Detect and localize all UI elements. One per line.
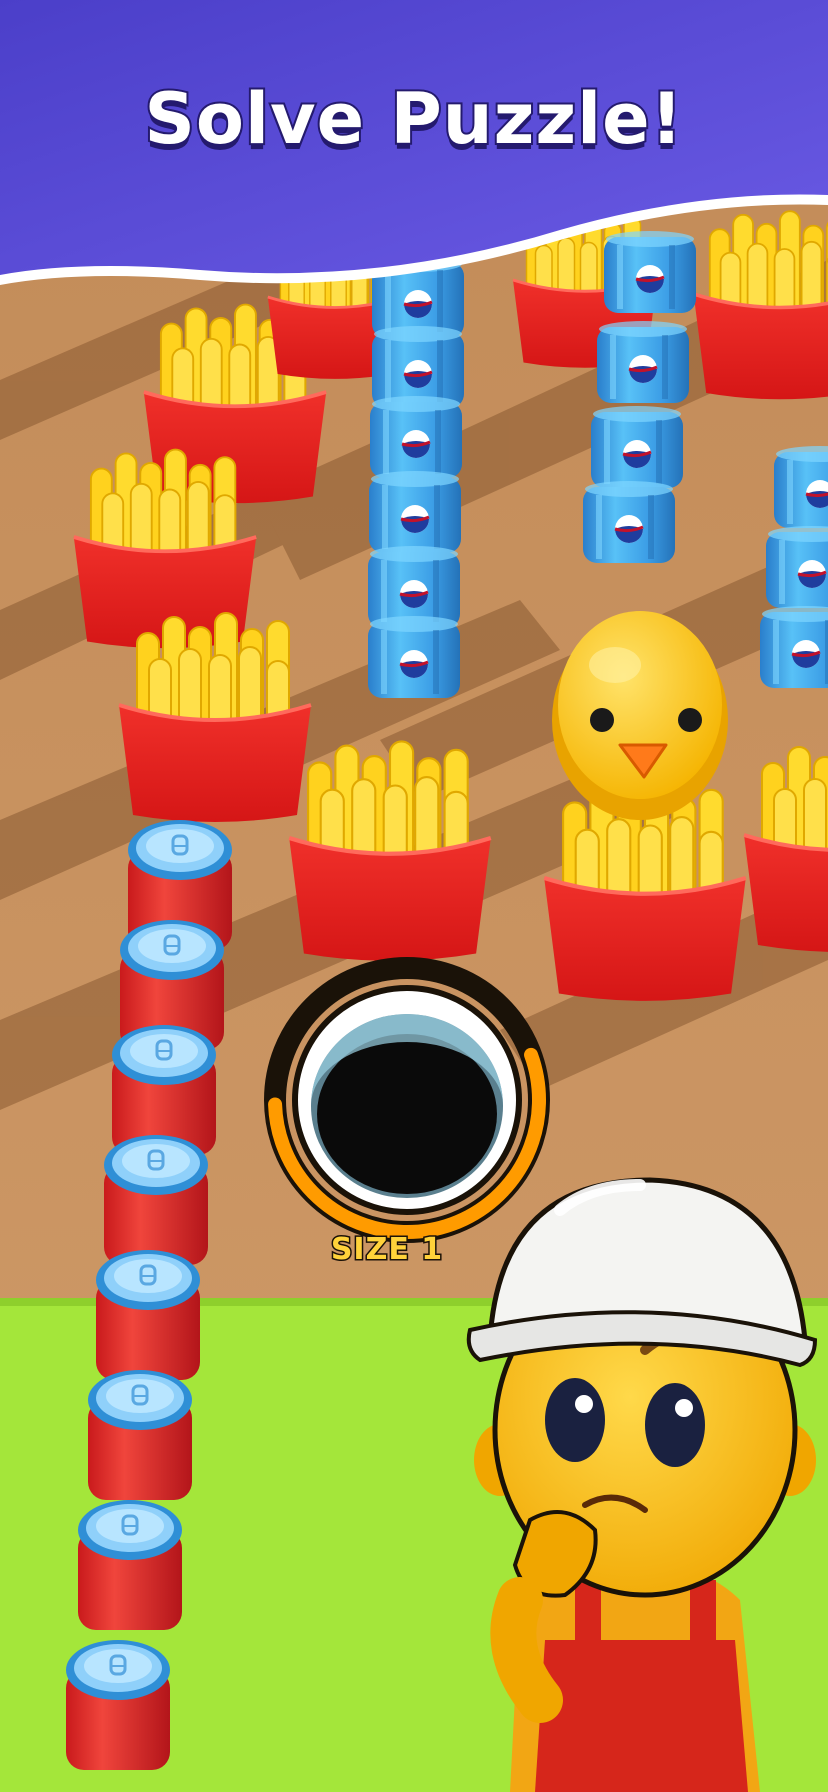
game-scene [0,0,828,1792]
page-title: Solve Puzzle! [143,76,685,162]
hole-size-label: SIZE 1 [329,1231,444,1269]
